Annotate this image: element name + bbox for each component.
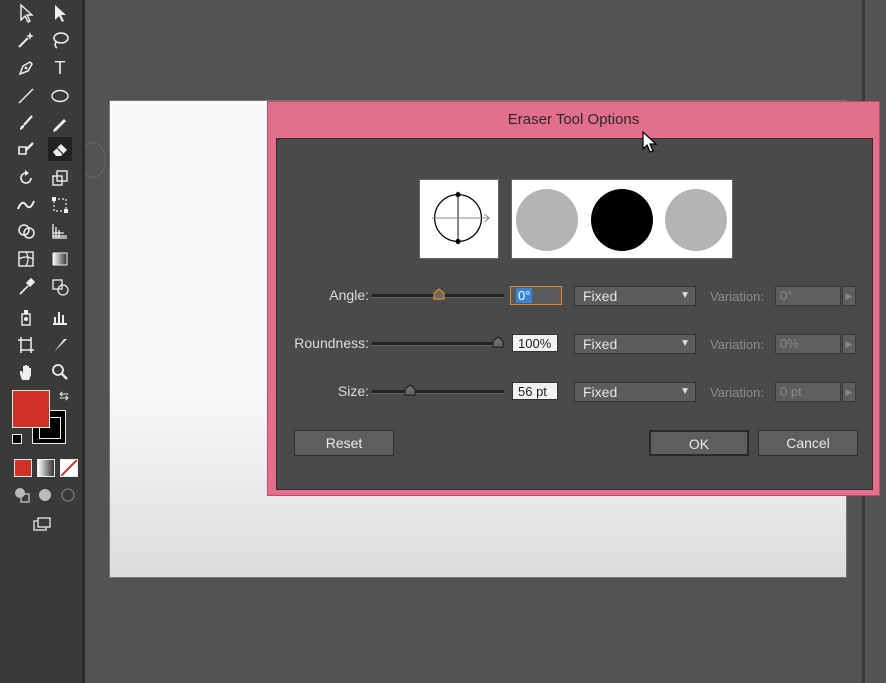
size-slider[interactable]	[372, 390, 504, 394]
rotate-tool-icon[interactable]	[14, 166, 38, 190]
roundness-variation-stepper[interactable]: ▶	[842, 334, 856, 354]
ellipse-tool-icon[interactable]	[48, 84, 72, 108]
size-value-field[interactable]: 56 pt	[512, 382, 558, 400]
dialog-title[interactable]: Eraser Tool Options	[268, 102, 879, 138]
roundness-variation-label: Variation:	[710, 337, 764, 352]
size-slider-thumb[interactable]	[404, 384, 416, 396]
angle-slider-thumb[interactable]	[433, 288, 445, 300]
brush-angle-icon	[431, 191, 491, 245]
angle-value-field[interactable]: 0°	[510, 286, 562, 305]
symbol-sprayer-tool-icon[interactable]	[14, 305, 38, 329]
max-size-preview	[665, 189, 727, 251]
ok-button[interactable]: OK	[649, 430, 749, 456]
eyedropper-tool-icon[interactable]	[14, 275, 38, 299]
hand-tool-icon[interactable]	[14, 360, 38, 384]
size-label: Size:	[337, 383, 369, 399]
line-tool-icon[interactable]	[14, 84, 38, 108]
artboard-tool-icon[interactable]	[14, 333, 38, 357]
slice-tool-icon[interactable]	[48, 333, 72, 357]
column-graph-tool-icon[interactable]	[48, 305, 72, 329]
angle-mode-dropdown[interactable]: Fixed ▼	[574, 286, 696, 306]
min-size-preview	[516, 189, 578, 251]
size-variation-label: Variation:	[710, 385, 764, 400]
free-transform-tool-icon[interactable]	[48, 193, 72, 217]
lasso-tool-icon[interactable]	[48, 28, 72, 52]
chevron-down-icon: ▼	[680, 338, 690, 349]
magic-wand-tool-icon[interactable]	[14, 28, 38, 52]
screen-mode-icon[interactable]	[30, 513, 54, 537]
zoom-tool-icon[interactable]	[48, 360, 72, 384]
gradient-mode-icon[interactable]	[37, 459, 55, 477]
eraser-tool-icon[interactable]	[48, 137, 72, 161]
pen-tool-icon[interactable]	[14, 56, 38, 80]
size-mode-value: Fixed	[583, 384, 618, 400]
roundness-variation-field[interactable]: 0%	[775, 334, 841, 354]
mouse-cursor-icon	[642, 131, 658, 153]
size-variation-stepper[interactable]: ▶	[842, 382, 856, 402]
angle-label: Angle:	[329, 287, 369, 303]
angle-variation-label: Variation:	[710, 289, 764, 304]
tools-panel: T ⇆	[0, 0, 85, 683]
swap-fill-stroke-icon[interactable]: ⇆	[56, 388, 72, 404]
gradient-tool-icon[interactable]	[48, 247, 72, 271]
roundness-slider-thumb[interactable]	[492, 336, 504, 348]
perspective-grid-tool-icon[interactable]	[48, 219, 72, 243]
none-mode-icon[interactable]	[60, 459, 78, 477]
roundness-value-field[interactable]: 100%	[512, 334, 558, 352]
roundness-mode-value: Fixed	[583, 336, 618, 352]
shape-builder-tool-icon[interactable]	[14, 219, 38, 243]
eraser-tool-options-dialog: Eraser Tool Options Angle: 0° Fixed ▼ Va…	[267, 101, 880, 496]
chevron-down-icon: ▼	[680, 386, 690, 397]
color-mode-icon[interactable]	[14, 459, 32, 477]
cancel-button[interactable]: Cancel	[758, 430, 858, 456]
dialog-body: Angle: 0° Fixed ▼ Variation: 0° ▶ Roundn…	[276, 138, 873, 490]
paintbrush-tool-icon[interactable]	[14, 111, 38, 135]
size-variation-field[interactable]: 0 pt	[775, 382, 841, 402]
angle-value: 0°	[516, 288, 533, 303]
angle-variation-field[interactable]: 0°	[775, 286, 841, 306]
reset-button[interactable]: Reset	[294, 430, 394, 456]
type-tool-icon[interactable]: T	[48, 56, 72, 80]
fill-color-swatch[interactable]	[12, 390, 50, 428]
pencil-tool-icon[interactable]	[48, 111, 72, 135]
angle-mode-value: Fixed	[583, 288, 618, 304]
selection-tool-icon[interactable]	[14, 1, 38, 25]
size-preview	[511, 179, 733, 259]
roundness-label: Roundness:	[294, 335, 369, 351]
roundness-slider[interactable]	[372, 342, 504, 346]
mesh-tool-icon[interactable]	[14, 247, 38, 271]
direct-selection-tool-icon[interactable]	[48, 1, 72, 25]
blob-brush-tool-icon[interactable]	[14, 137, 38, 161]
roundness-mode-dropdown[interactable]: Fixed ▼	[574, 334, 696, 354]
size-mode-dropdown[interactable]: Fixed ▼	[574, 382, 696, 402]
eraser-cursor-outline	[80, 142, 106, 178]
chevron-down-icon: ▼	[680, 290, 690, 301]
blend-tool-icon[interactable]	[48, 275, 72, 299]
angle-roundness-preview[interactable]	[419, 179, 499, 259]
default-fill-stroke-icon[interactable]	[12, 434, 22, 444]
scale-tool-icon[interactable]	[48, 166, 72, 190]
current-size-preview	[591, 189, 653, 251]
draw-inside-icon[interactable]	[58, 485, 78, 505]
draw-normal-icon[interactable]	[12, 485, 32, 505]
angle-variation-stepper[interactable]: ▶	[842, 286, 856, 306]
draw-behind-icon[interactable]	[35, 485, 55, 505]
width-tool-icon[interactable]	[14, 193, 38, 217]
